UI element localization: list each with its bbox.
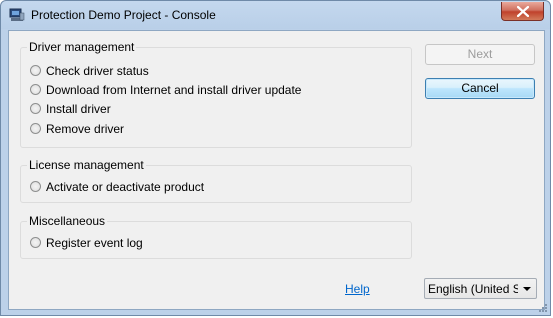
miscellaneous-group: Miscellaneous Register event log	[20, 214, 412, 259]
radio-button[interactable]	[30, 123, 41, 134]
console-window: Protection Demo Project - Console Driver…	[0, 0, 551, 316]
radio-button[interactable]	[30, 65, 41, 76]
radio-label: Check driver status	[46, 64, 149, 78]
help-link[interactable]: Help	[345, 282, 370, 296]
dialog-body: Driver management Check driver status Do…	[8, 30, 545, 310]
next-button[interactable]: Next	[425, 44, 535, 65]
radio-button[interactable]	[30, 237, 41, 248]
driver-management-group: Driver management Check driver status Do…	[20, 40, 412, 148]
radio-button[interactable]	[30, 103, 41, 114]
close-button[interactable]	[501, 2, 544, 21]
radio-button[interactable]	[30, 181, 41, 192]
group-title-driver: Driver management	[27, 40, 137, 54]
radio-button[interactable]	[30, 84, 41, 95]
radio-label: Activate or deactivate product	[46, 180, 205, 194]
radio-label: Download from Internet and install drive…	[46, 83, 302, 97]
resize-grip-icon[interactable]	[538, 303, 548, 313]
chevron-down-icon[interactable]	[523, 287, 531, 291]
radio-label: Install driver	[46, 102, 111, 116]
window-title: Protection Demo Project - Console	[31, 8, 216, 22]
group-title-license: License management	[27, 158, 146, 172]
license-management-group: License management Activate or deactivat…	[20, 158, 412, 203]
language-select-value: English (United Sta	[428, 282, 518, 296]
radio-label: Remove driver	[46, 122, 125, 136]
app-console-icon	[9, 8, 25, 21]
language-select[interactable]: English (United Sta	[424, 278, 537, 299]
title-bar[interactable]: Protection Demo Project - Console	[1, 1, 550, 29]
cancel-button[interactable]: Cancel	[425, 78, 535, 99]
group-title-misc: Miscellaneous	[27, 214, 108, 228]
close-icon	[517, 6, 529, 17]
radio-label: Register event log	[46, 236, 143, 250]
